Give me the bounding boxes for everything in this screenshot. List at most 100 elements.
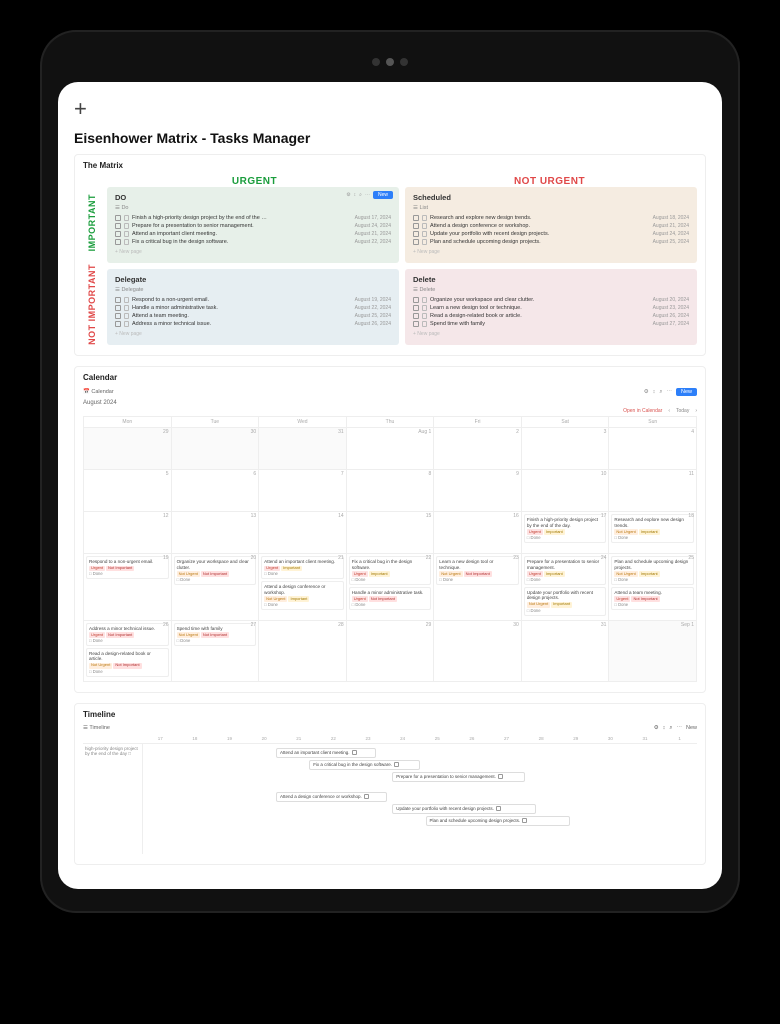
calendar-card[interactable]: Plan and schedule upcoming design projec… <box>611 556 694 585</box>
checkbox-icon[interactable] <box>413 321 419 327</box>
timeline-bar[interactable]: Attend an important client meeting. <box>276 748 376 758</box>
quadrant-do[interactable]: ⚙ ↕ ⌕ ⋯ New DO ☰ Do Finish a high-priori… <box>107 187 399 263</box>
checkbox-icon[interactable] <box>394 762 399 767</box>
done-checkbox[interactable]: Done <box>614 535 691 540</box>
checkbox-icon[interactable] <box>413 239 419 245</box>
calendar-cell[interactable]: 13 <box>172 512 260 554</box>
search-icon[interactable]: ⌕ <box>669 725 672 732</box>
calendar-cell[interactable]: 27Spend time with familyNot UrgentNot Im… <box>172 621 260 682</box>
filter-icon[interactable]: ⚙ <box>654 725 659 731</box>
checkbox-icon[interactable] <box>115 321 121 327</box>
checkbox-icon[interactable] <box>115 305 121 311</box>
calendar-card[interactable]: Address a minor technical issue.UrgentNo… <box>86 623 169 646</box>
calendar-cell[interactable]: 10 <box>522 470 610 512</box>
done-checkbox[interactable]: Done <box>527 535 604 540</box>
calendar-cell[interactable]: 30 <box>434 621 522 682</box>
task-row[interactable]: Prepare for a presentation to senior man… <box>115 222 391 230</box>
checkbox-icon[interactable] <box>115 239 121 245</box>
more-icon[interactable]: ⋯ <box>666 389 672 395</box>
checkbox-icon[interactable] <box>115 215 121 221</box>
checkbox-icon[interactable] <box>413 223 419 229</box>
checkbox-icon[interactable] <box>413 215 419 221</box>
task-row[interactable]: Attend an important client meeting.Augus… <box>115 230 391 238</box>
done-checkbox[interactable]: Done <box>89 669 166 674</box>
quad-do-subtitle[interactable]: ☰ Do <box>115 205 391 211</box>
new-page-link[interactable]: + New page <box>115 249 391 255</box>
calendar-cell[interactable]: 17Finish a high-priority design project … <box>522 512 610 554</box>
task-row[interactable]: Spend time with familyAugust 27, 2024 <box>413 320 689 328</box>
calendar-card[interactable]: Fix a critical bug in the design softwar… <box>349 556 432 585</box>
calendar-cell[interactable]: 20Organize your workspace and clear clut… <box>172 554 260 621</box>
calendar-cell[interactable]: Sep 1 <box>609 621 697 682</box>
checkbox-icon[interactable] <box>115 223 121 229</box>
done-checkbox[interactable]: Done <box>614 602 691 607</box>
task-row[interactable]: Attend a team meeting.August 25, 2024 <box>115 312 391 320</box>
done-checkbox[interactable]: Done <box>177 577 254 582</box>
sort-icon[interactable]: ↕ <box>663 725 666 731</box>
calendar-cell[interactable]: 28 <box>259 621 347 682</box>
task-row[interactable]: Handle a minor administrative task.Augus… <box>115 304 391 312</box>
new-page-link[interactable]: + New page <box>115 331 391 337</box>
task-row[interactable]: Finish a high-priority design project by… <box>115 214 391 222</box>
calendar-cell[interactable]: 2 <box>434 428 522 470</box>
calendar-card[interactable]: Read a design-related book or article.No… <box>86 648 169 677</box>
task-row[interactable]: Attend a design conference or workshop.A… <box>413 222 689 230</box>
filter-icon[interactable]: ⚙ <box>644 389 649 395</box>
calendar-card[interactable]: Update your portfolio with recent design… <box>524 587 607 616</box>
next-month-icon[interactable]: › <box>695 408 697 414</box>
calendar-cell[interactable]: 9 <box>434 470 522 512</box>
timeline-bar[interactable]: Prepare for a presentation to senior man… <box>392 772 525 782</box>
checkbox-icon[interactable] <box>115 297 121 303</box>
calendar-card[interactable]: Research and explore new design trends.N… <box>611 514 694 543</box>
task-row[interactable]: Research and explore new design trends.A… <box>413 214 689 222</box>
calendar-card[interactable]: Handle a minor administrative task.Urgen… <box>349 587 432 610</box>
task-row[interactable]: Respond to a non-urgent email.August 19,… <box>115 296 391 304</box>
calendar-cell[interactable]: 24Prepare for a presentation to senior m… <box>522 554 610 621</box>
calendar-cell[interactable]: 25Plan and schedule upcoming design proj… <box>609 554 697 621</box>
done-checkbox[interactable]: Done <box>527 577 604 582</box>
calendar-cell[interactable]: 12 <box>84 512 172 554</box>
calendar-cell[interactable]: 14 <box>259 512 347 554</box>
calendar-cell[interactable]: 29 <box>84 428 172 470</box>
more-icon[interactable]: ⋯ <box>676 725 682 731</box>
calendar-cell[interactable]: 4 <box>609 428 697 470</box>
task-row[interactable]: Update your portfolio with recent design… <box>413 230 689 238</box>
calendar-cell[interactable]: 7 <box>259 470 347 512</box>
timeline-bar[interactable]: Attend a design conference or workshop. <box>276 792 387 802</box>
quad-scheduled-subtitle[interactable]: ☰ List <box>413 205 689 211</box>
calendar-cell[interactable]: 30 <box>172 428 260 470</box>
task-row[interactable]: Organize your workspace and clear clutte… <box>413 296 689 304</box>
calendar-card[interactable]: Learn a new design tool or technique.Not… <box>436 556 519 585</box>
calendar-cell[interactable]: 11 <box>609 470 697 512</box>
new-page-link[interactable]: + New page <box>413 249 689 255</box>
done-checkbox[interactable]: Done <box>89 571 166 576</box>
checkbox-icon[interactable] <box>498 774 503 779</box>
calendar-cell[interactable]: 18Research and explore new design trends… <box>609 512 697 554</box>
checkbox-icon[interactable] <box>115 313 121 319</box>
calendar-cell[interactable]: 29 <box>347 621 435 682</box>
calendar-card[interactable]: Attend an important client meeting.Urgen… <box>261 556 344 579</box>
quad-delegate-subtitle[interactable]: ☰ Delegate <box>115 287 391 293</box>
timeline-bar[interactable]: Plan and schedule upcoming design projec… <box>426 816 570 826</box>
task-row[interactable]: Read a design-related book or article.Au… <box>413 312 689 320</box>
done-checkbox[interactable]: Done <box>177 638 254 643</box>
calendar-cell[interactable]: 26Address a minor technical issue.Urgent… <box>84 621 172 682</box>
calendar-card[interactable]: Attend a team meeting.UrgentNot Importan… <box>611 587 694 610</box>
task-row[interactable]: Address a minor technical issue.August 2… <box>115 320 391 328</box>
calendar-cell[interactable]: 5 <box>84 470 172 512</box>
quadrant-delete[interactable]: Delete ☰ Delete Organize your workspace … <box>405 269 697 345</box>
search-icon[interactable]: ⌕ <box>659 389 662 396</box>
task-row[interactable]: Fix a critical bug in the design softwar… <box>115 238 391 246</box>
calendar-card[interactable]: Prepare for a presentation to senior man… <box>524 556 607 585</box>
more-icon[interactable]: ⋯ <box>365 192 370 198</box>
prev-month-icon[interactable]: ‹ <box>668 408 670 414</box>
timeline-new-button[interactable]: New <box>686 725 697 731</box>
add-button[interactable]: + <box>74 96 706 122</box>
checkbox-icon[interactable] <box>115 231 121 237</box>
calendar-cell[interactable]: 16 <box>434 512 522 554</box>
timeline-view-selector[interactable]: ☰ Timeline <box>83 725 110 731</box>
new-button[interactable]: New <box>373 191 393 199</box>
quadrant-scheduled[interactable]: Scheduled ☰ List Research and explore ne… <box>405 187 697 263</box>
checkbox-icon[interactable] <box>522 818 527 823</box>
sort-icon[interactable]: ↕ <box>354 192 357 198</box>
